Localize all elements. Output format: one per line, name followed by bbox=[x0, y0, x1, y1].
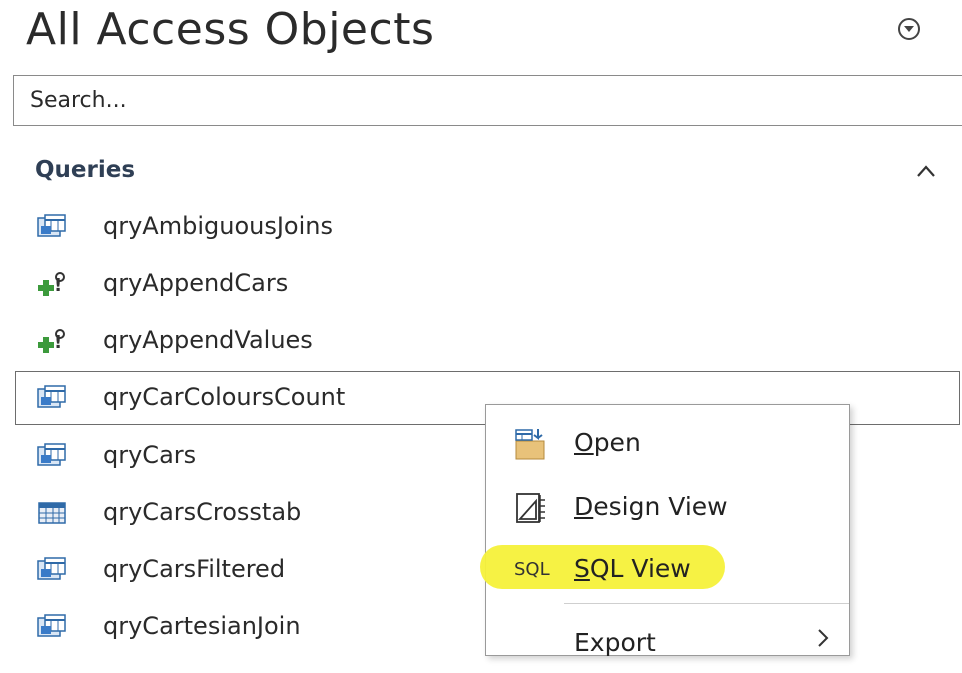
query-item[interactable]: ! qryAppendValues bbox=[15, 314, 960, 368]
query-item[interactable]: ! qryAppendCars bbox=[15, 257, 960, 311]
menu-separator bbox=[564, 603, 849, 604]
append-query-icon: ! bbox=[38, 272, 65, 296]
append-query-icon: ! bbox=[38, 329, 65, 353]
chevron-down-icon bbox=[904, 26, 914, 32]
pane-menu-button[interactable] bbox=[898, 18, 920, 40]
sql-icon: SQL bbox=[514, 559, 550, 580]
menu-item-design-view[interactable]: Design View bbox=[486, 477, 849, 537]
menu-item-export[interactable]: Export bbox=[486, 613, 849, 673]
query-item[interactable]: qryAmbiguousJoins bbox=[15, 200, 960, 254]
design-view-icon bbox=[516, 493, 545, 523]
select-query-icon bbox=[37, 214, 66, 237]
query-label: qryCars bbox=[103, 441, 197, 469]
menu-item-label: Export bbox=[574, 628, 656, 657]
context-menu: Open Design View SQL SQL View Export bbox=[480, 404, 850, 657]
menu-item-label: Open bbox=[574, 428, 641, 457]
crosstab-query-icon bbox=[38, 502, 66, 524]
query-label: qryCarsCrosstab bbox=[103, 498, 302, 526]
query-label: qryAppendCars bbox=[103, 269, 289, 297]
search-input[interactable] bbox=[14, 76, 962, 125]
query-label: qryCarsFiltered bbox=[103, 555, 286, 583]
select-query-icon bbox=[37, 443, 66, 466]
query-label: qryAppendValues bbox=[103, 326, 313, 354]
menu-item-label: SQL View bbox=[574, 554, 691, 583]
menu-item-sql-view[interactable]: SQL SQL View bbox=[480, 539, 849, 599]
query-label: qryAmbiguousJoins bbox=[103, 212, 333, 240]
group-header-queries[interactable]: Queries bbox=[35, 157, 135, 183]
search-box[interactable] bbox=[13, 75, 962, 126]
select-query-icon bbox=[37, 557, 66, 580]
query-label: qryCarColoursCount bbox=[103, 383, 346, 411]
menu-item-open[interactable]: Open bbox=[486, 413, 849, 473]
pane-title: All Access Objects bbox=[26, 4, 435, 55]
menu-item-label: Design View bbox=[574, 492, 728, 521]
select-query-icon bbox=[37, 614, 66, 637]
select-query-icon bbox=[37, 385, 66, 408]
open-icon bbox=[515, 429, 545, 460]
query-label: qryCartesianJoin bbox=[103, 612, 301, 640]
collapse-group-icon[interactable] bbox=[914, 162, 938, 180]
